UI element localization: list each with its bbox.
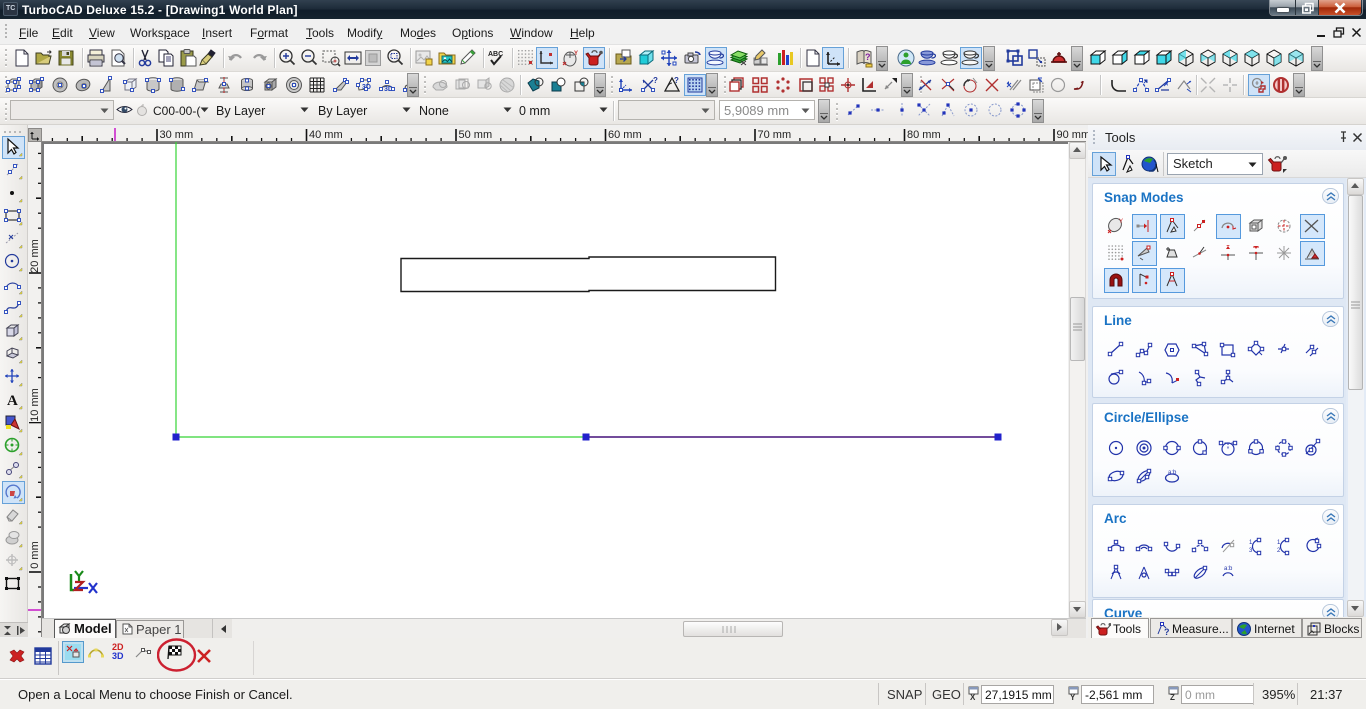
svg-text:a:b: a:b [1224,566,1233,572]
svg-text:Z: Z [1170,693,1175,701]
svg-text:X: X [970,693,976,701]
svg-text:?: ? [674,76,679,85]
svg-text:A: A [7,393,18,409]
svg-text:?: ? [1164,627,1170,637]
svg-text:?: ? [865,52,871,62]
svg-text:a:b: a:b [1168,470,1177,476]
svg-text:Y: Y [1070,693,1076,701]
svg-text:?: ? [653,76,658,85]
svg-text:Y: Y [1119,219,1123,225]
svg-text:Y: Y [574,51,578,57]
